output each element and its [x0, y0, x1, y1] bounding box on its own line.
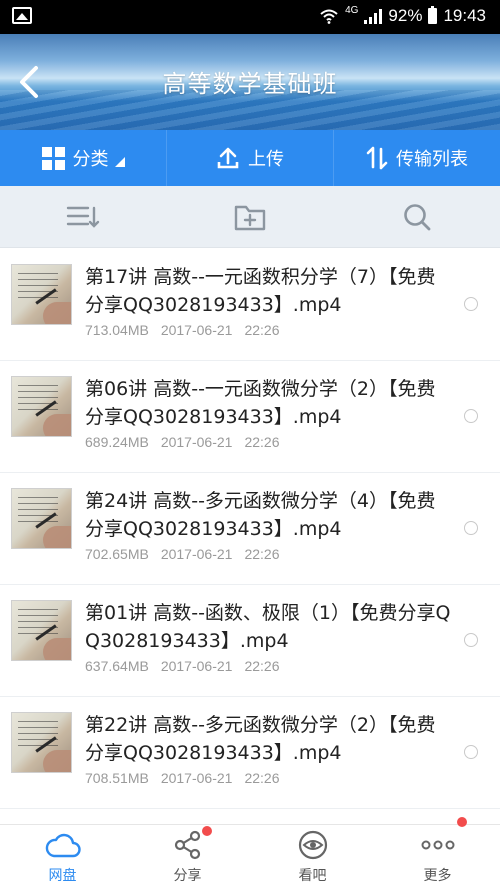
file-row[interactable]: 第06讲 高数--一元函数微分学（2）【免费分享QQ3028193433】.mp… [0, 361, 500, 473]
file-meta: 713.04MB 2017-06-21 22:26 [85, 322, 280, 338]
category-label: 分类 [72, 149, 109, 170]
nav-label: 看吧 [298, 868, 327, 884]
nav-label: 分享 [173, 868, 202, 884]
wifi-icon [320, 9, 338, 24]
file-row[interactable]: 第22讲 高数--多元函数微分学（2）【免费分享QQ3028193433】.mp… [0, 697, 500, 809]
battery-icon [428, 6, 438, 24]
upload-button[interactable]: 上传 [166, 130, 333, 186]
status-bar: 4G 92% 19:43 [0, 0, 500, 34]
file-list: 第17讲 高数--一元函数积分学（7）【免费分享QQ3028193433】.mp… [0, 249, 500, 809]
page-title: 高等数学基础班 [162, 70, 338, 98]
file-size: 702.65MB [85, 546, 149, 562]
category-button[interactable]: 分类 [0, 130, 166, 186]
video-thumbnail [11, 376, 72, 437]
file-meta: 702.65MB 2017-06-21 22:26 [85, 546, 280, 562]
nav-item-more[interactable]: 更多 [375, 817, 500, 888]
cloud-icon [45, 833, 81, 858]
nav-label: 更多 [423, 868, 452, 884]
video-thumbnail [11, 264, 72, 325]
file-date: 2017-06-21 [160, 434, 233, 450]
new-folder-icon [234, 205, 266, 230]
nav-item-share[interactable]: 分享 [125, 825, 250, 888]
file-name: 第22讲 高数--多元函数微分学（2）【免费分享QQ3028193433】.mp… [85, 714, 436, 764]
bottom-nav: 网盘 分享 看吧 更多 [0, 817, 500, 888]
file-time: 22:26 [244, 658, 280, 674]
nav-label: 网盘 [48, 868, 77, 884]
new-folder-button[interactable] [167, 186, 334, 247]
action-toolbar: 分类 上传 传输列表 [0, 130, 500, 186]
file-time: 22:26 [244, 434, 280, 450]
battery-percent: 92% [388, 6, 423, 25]
gallery-notification-icon [12, 7, 32, 24]
file-row[interactable]: 第17讲 高数--一元函数积分学（7）【免费分享QQ3028193433】.mp… [0, 249, 500, 361]
file-size: 689.24MB [85, 434, 149, 450]
file-meta: 637.64MB 2017-06-21 22:26 [85, 658, 280, 674]
header: 高等数学基础班 [0, 34, 500, 130]
caret-icon [114, 157, 125, 167]
file-time: 22:26 [244, 322, 280, 338]
file-name: 第06讲 高数--一元函数微分学（2）【免费分享QQ3028193433】.mp… [85, 378, 436, 428]
file-size: 708.51MB [85, 770, 149, 786]
signal-icon [364, 8, 383, 24]
file-name: 第01讲 高数--函数、极限（1）【免费分享QQ3028193433】.mp4 [85, 602, 451, 652]
file-date: 2017-06-21 [160, 770, 233, 786]
video-thumbnail [11, 712, 72, 773]
upload-label: 上传 [248, 149, 284, 170]
file-size: 713.04MB [85, 322, 149, 338]
file-row[interactable]: 第24讲 高数--多元函数微分学（4）【免费分享QQ3028193433】.mp… [0, 473, 500, 585]
file-time: 22:26 [244, 770, 280, 786]
network-type: 4G [345, 4, 359, 16]
eye-icon [298, 830, 327, 860]
file-name: 第24讲 高数--多元函数微分学（4）【免费分享QQ3028193433】.mp… [85, 490, 436, 540]
transfer-list-label: 传输列表 [396, 149, 468, 170]
sort-icon [67, 206, 100, 228]
transfer-list-button[interactable]: 传输列表 [333, 130, 500, 186]
file-date: 2017-06-21 [160, 546, 233, 562]
sort-button[interactable] [0, 186, 167, 247]
file-size: 637.64MB [85, 658, 149, 674]
share-icon [174, 830, 200, 860]
transfer-icon [366, 146, 388, 170]
file-time: 22:26 [244, 546, 280, 562]
status-icons: 4G 92% 19:43 [319, 4, 486, 26]
grid-icon [41, 146, 65, 170]
file-date: 2017-06-21 [160, 322, 233, 338]
select-radio[interactable] [464, 745, 478, 759]
video-thumbnail [11, 488, 72, 549]
notification-badge [456, 817, 467, 827]
nav-item-cloud-drive[interactable]: 网盘 [0, 825, 125, 888]
upload-icon [217, 147, 239, 169]
notification-badge [201, 826, 212, 836]
search-icon [403, 203, 431, 230]
video-thumbnail [11, 600, 72, 661]
more-icon [421, 840, 454, 850]
file-name: 第17讲 高数--一元函数积分学（7）【免费分享QQ3028193433】.mp… [85, 266, 436, 316]
search-button[interactable] [333, 186, 500, 247]
secondary-toolbar [0, 186, 500, 248]
file-row[interactable]: 第01讲 高数--函数、极限（1）【免费分享QQ3028193433】.mp4 … [0, 585, 500, 697]
clock: 19:43 [443, 6, 486, 25]
file-meta: 689.24MB 2017-06-21 22:26 [85, 434, 280, 450]
file-date: 2017-06-21 [160, 658, 233, 674]
select-radio[interactable] [464, 409, 478, 423]
file-meta: 708.51MB 2017-06-21 22:26 [85, 770, 280, 786]
nav-item-watch[interactable]: 看吧 [250, 825, 375, 888]
select-radio[interactable] [464, 633, 478, 647]
select-radio[interactable] [464, 297, 478, 311]
select-radio[interactable] [464, 521, 478, 535]
